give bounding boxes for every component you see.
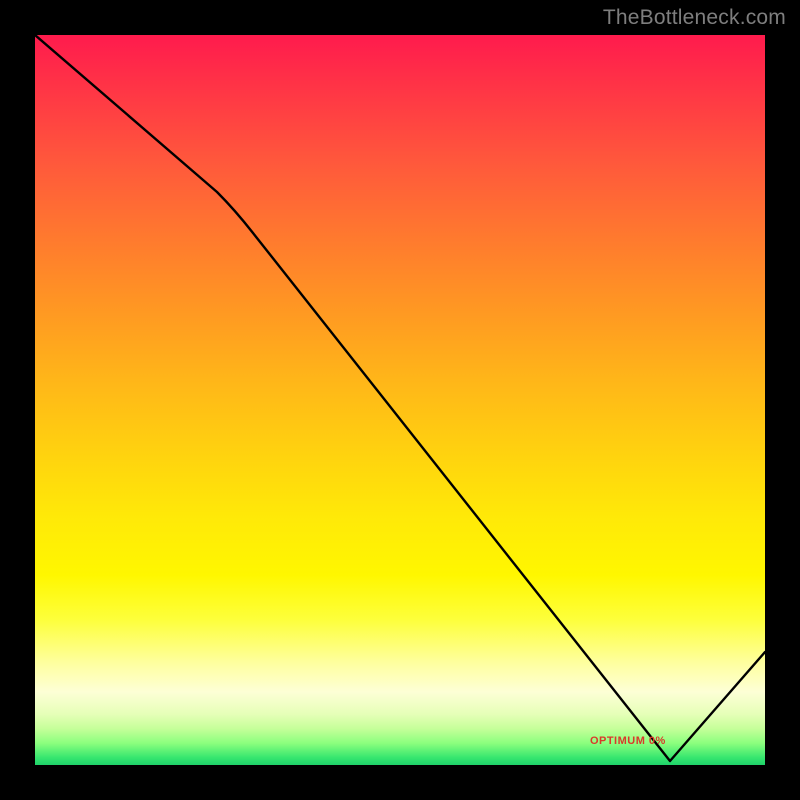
- chart-frame: TheBottleneck.com OPTIMUM 0%: [0, 0, 800, 800]
- bottleneck-curve: [35, 35, 765, 765]
- curve-path: [35, 35, 765, 761]
- plot-area: OPTIMUM 0%: [35, 35, 765, 765]
- watermark-text: TheBottleneck.com: [603, 6, 786, 30]
- optimum-annotation: OPTIMUM 0%: [590, 735, 666, 747]
